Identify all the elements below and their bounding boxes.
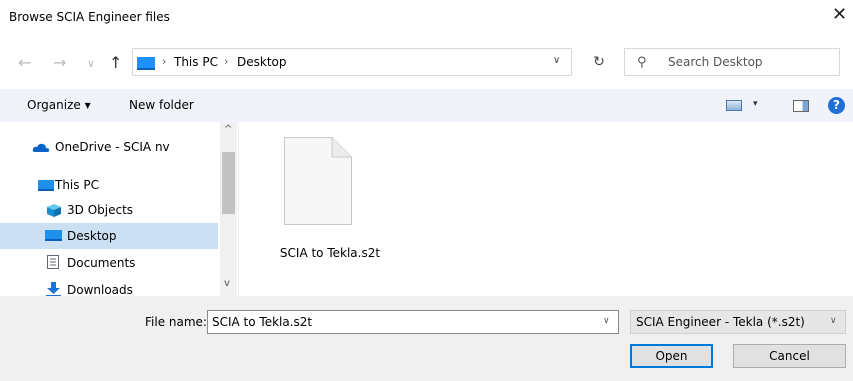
sidebar-item-onedrive[interactable]: OneDrive - SCIA nv xyxy=(0,134,218,160)
scroll-up-icon[interactable]: ^ xyxy=(224,124,232,135)
window-title: Browse SCIA Engineer files xyxy=(9,10,170,24)
open-button[interactable]: Open xyxy=(630,344,713,368)
address-bar[interactable]: › This PC › Desktop ∨ xyxy=(132,48,572,76)
file-name-label: File name: xyxy=(145,315,207,329)
organize-button[interactable]: Organize ▾ xyxy=(27,98,91,112)
chevron-down-icon[interactable]: ▾ xyxy=(753,99,758,109)
sidebar-item-label: Downloads xyxy=(67,283,133,296)
search-input[interactable]: ⚲ Search Desktop xyxy=(624,48,840,76)
chevron-down-icon: ∨ xyxy=(830,316,837,326)
sidebar-item-label: Documents xyxy=(67,256,136,270)
cloud-icon xyxy=(32,143,50,152)
cube-icon xyxy=(47,204,61,217)
new-folder-button[interactable]: New folder xyxy=(129,98,194,112)
sidebar-item-label: OneDrive - SCIA nv xyxy=(55,140,170,154)
pc-icon xyxy=(137,57,155,70)
search-icon: ⚲ xyxy=(637,55,647,70)
back-icon[interactable]: ← xyxy=(18,55,31,71)
close-icon[interactable]: ✕ xyxy=(832,6,847,24)
search-placeholder: Search Desktop xyxy=(668,55,763,69)
help-icon[interactable]: ? xyxy=(828,97,845,114)
pc-icon xyxy=(38,180,54,191)
dialog-footer: File name: SCIA to Tekla.s2t ∨ SCIA Engi… xyxy=(0,296,853,381)
breadcrumb-separator: › xyxy=(224,55,229,68)
sidebar-item-label: 3D Objects xyxy=(67,203,134,217)
scroll-thumb[interactable] xyxy=(222,152,235,214)
up-icon[interactable]: ↑ xyxy=(109,55,122,71)
view-options-icon[interactable] xyxy=(726,100,742,111)
sidebar-item-this-pc[interactable]: This PC xyxy=(0,172,218,198)
sidebar-item-desktop[interactable]: Desktop xyxy=(0,223,218,249)
recent-locations-icon[interactable]: ∨ xyxy=(87,56,95,72)
file-name-label: SCIA to Tekla.s2t xyxy=(279,246,381,260)
sidebar-item-label: This PC xyxy=(55,178,99,192)
desktop-icon xyxy=(45,230,62,241)
sidebar-item-documents[interactable]: Documents xyxy=(0,250,218,276)
chevron-down-icon[interactable]: ∨ xyxy=(603,316,610,326)
document-icon xyxy=(47,255,59,269)
file-icon xyxy=(284,137,352,225)
chevron-down-icon[interactable]: ∨ xyxy=(553,55,560,66)
file-type-select[interactable]: SCIA Engineer - Tekla (*.s2t) ∨ xyxy=(630,310,846,334)
file-type-value: SCIA Engineer - Tekla (*.s2t) xyxy=(636,315,805,329)
file-item[interactable]: SCIA to Tekla.s2t xyxy=(260,128,400,268)
command-bar: Organize ▾ New folder ▾ ? xyxy=(0,89,853,122)
forward-icon[interactable]: → xyxy=(53,55,66,71)
pane-divider[interactable] xyxy=(238,122,239,296)
navigation-scrollbar[interactable]: ^ v xyxy=(220,122,237,296)
sidebar-item-3d-objects[interactable]: 3D Objects xyxy=(0,197,218,223)
download-icon xyxy=(46,282,61,296)
file-name-value: SCIA to Tekla.s2t xyxy=(212,315,313,329)
breadcrumb-this-pc[interactable]: This PC xyxy=(174,55,218,69)
sidebar-item-downloads[interactable]: Downloads xyxy=(0,277,218,296)
title-bar: Browse SCIA Engineer files ✕ xyxy=(0,0,853,38)
sidebar-item-label: Desktop xyxy=(67,229,117,243)
breadcrumb-desktop[interactable]: Desktop xyxy=(237,55,287,69)
breadcrumb-separator: › xyxy=(162,55,167,68)
cancel-button[interactable]: Cancel xyxy=(733,344,846,368)
navigation-pane: OneDrive - SCIA nv This PC 3D Objects De… xyxy=(0,122,238,296)
preview-pane-icon[interactable] xyxy=(793,100,809,112)
refresh-icon[interactable]: ↻ xyxy=(585,48,613,76)
scroll-down-icon[interactable]: v xyxy=(224,278,230,289)
file-name-input[interactable]: SCIA to Tekla.s2t ∨ xyxy=(207,310,619,334)
